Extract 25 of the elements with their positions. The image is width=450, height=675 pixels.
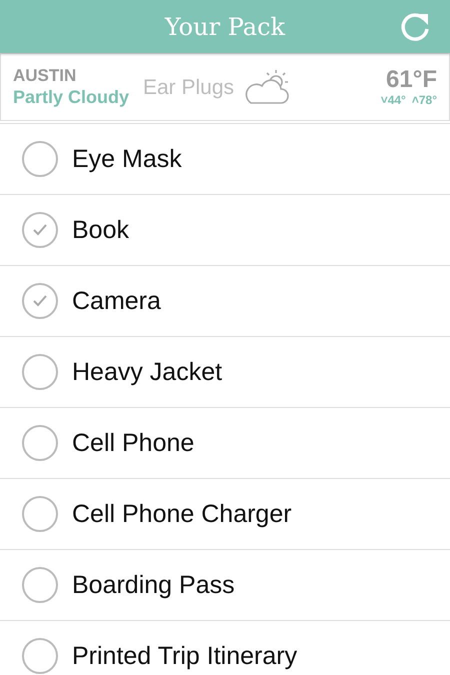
- checkbox[interactable]: [22, 638, 58, 674]
- checkbox[interactable]: [22, 567, 58, 603]
- low-temperature: ˅44°: [380, 93, 406, 107]
- checkbox[interactable]: [22, 425, 58, 461]
- checkmark-icon: [32, 223, 48, 237]
- item-label: Camera: [72, 286, 161, 316]
- item-label: Ear Plugs: [143, 76, 234, 100]
- high-temperature: ˄78°: [412, 93, 437, 107]
- weather-condition: Partly Cloudy: [13, 86, 130, 108]
- item-label: Boarding Pass: [72, 570, 235, 600]
- item-label: Eye Mask: [72, 144, 182, 174]
- temperature: 61°F: [386, 67, 437, 93]
- item-label: Heavy Jacket: [72, 358, 222, 386]
- checkbox[interactable]: [22, 496, 58, 532]
- checkbox[interactable]: [22, 141, 58, 177]
- checkbox[interactable]: [22, 354, 58, 390]
- item-label: Printed Trip Itinerary: [72, 642, 298, 670]
- item-label: Cell Phone: [72, 428, 194, 458]
- checkbox[interactable]: [22, 212, 58, 248]
- city-name: AUSTIN: [13, 66, 78, 86]
- checkbox[interactable]: [22, 283, 58, 319]
- header-title: Your Pack: [164, 12, 286, 40]
- checkmark-icon: [32, 294, 48, 308]
- item-label: Book: [72, 216, 129, 244]
- item-label: Cell Phone Charger: [72, 500, 292, 528]
